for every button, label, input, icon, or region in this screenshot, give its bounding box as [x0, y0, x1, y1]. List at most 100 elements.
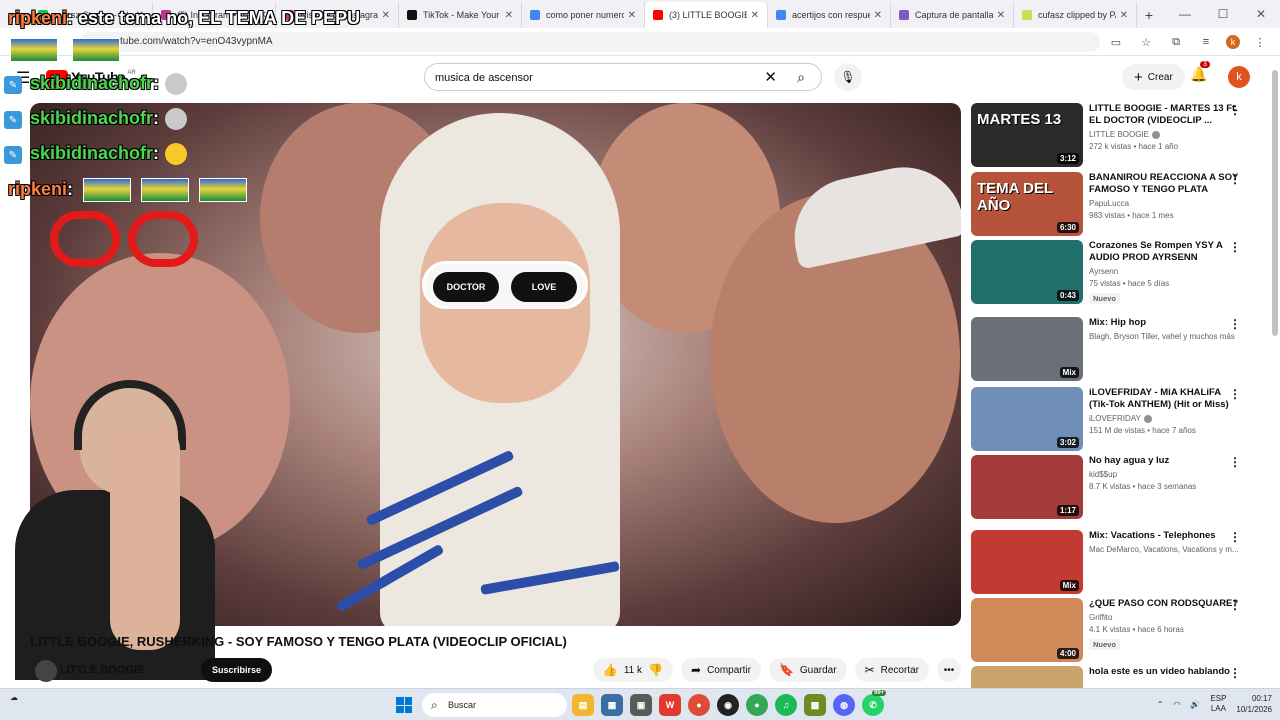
search-box[interactable]: musica de ascensor ✕ ⌕ — [424, 63, 822, 91]
recommended-title[interactable]: LITTLE BOOGIE - MARTES 13 Ft. EL DOCTOR … — [1089, 103, 1241, 127]
search-button[interactable]: ⌕ — [781, 64, 821, 90]
like-button[interactable]: 👍 11 k 👎 — [592, 658, 673, 682]
create-button[interactable]: + Crear — [1122, 64, 1185, 90]
tab-close-icon[interactable]: ✕ — [751, 10, 759, 21]
recommended-video[interactable]: TEMA DEL AÑO 6:30 BANANIROU REACCIONA A SO… — [971, 172, 1271, 236]
video-thumbnail[interactable]: 3:02 — [971, 387, 1083, 451]
tab-close-icon[interactable]: ✕ — [874, 10, 882, 21]
more-options-icon[interactable]: ⋮ — [1229, 387, 1241, 401]
tab-close-icon[interactable]: ✕ — [997, 10, 1005, 21]
browser-profile-avatar[interactable]: k — [1226, 35, 1240, 49]
tab-close-icon[interactable]: ✕ — [628, 10, 636, 21]
recommended-title[interactable]: No hay agua y luz — [1089, 455, 1241, 467]
minecraft-icon[interactable]: ▩ — [804, 694, 826, 716]
more-options-icon[interactable]: ⋮ — [1229, 666, 1241, 680]
minimize-icon[interactable]: — — [1166, 0, 1204, 28]
whatsapp-icon[interactable]: ✆ 99+ — [862, 690, 887, 716]
video-thumbnail[interactable]: 4:00 — [971, 598, 1083, 662]
video-thumbnail[interactable]: 1:17 — [971, 455, 1083, 519]
discord-icon[interactable]: ◍ — [833, 694, 855, 716]
more-options-icon[interactable]: ⋮ — [1229, 240, 1241, 254]
language-indicator[interactable]: ESP LAA — [1210, 694, 1226, 714]
obs-icon[interactable]: ◉ — [717, 694, 739, 716]
recommended-video[interactable]: Mix Mix: Vacations - Telephones Mac DeMarc… — [971, 530, 1271, 594]
video-thumbnail[interactable]: Mix — [971, 530, 1083, 594]
scrollbar-thumb[interactable] — [1272, 70, 1278, 336]
more-options-icon[interactable]: ⋮ — [1229, 103, 1241, 117]
clear-search-icon[interactable]: ✕ — [764, 64, 777, 92]
more-options-icon[interactable]: ⋮ — [1229, 172, 1241, 186]
recommended-video[interactable]: 3:02 iLOVEFRIDAY - MiA KHALiFA (Tik-Tok A… — [971, 387, 1271, 451]
maximize-icon[interactable]: ☐ — [1204, 0, 1242, 28]
browser-menu-icon[interactable]: ⋮ — [1250, 32, 1270, 52]
store-icon[interactable]: ▣ — [630, 694, 652, 716]
recommended-title[interactable]: Corazones Se Rompen YSY A AUDIO PROD AYR… — [1089, 240, 1241, 264]
recommended-video[interactable]: MARTES 13 3:12 LITTLE BOOGIE - MARTES 13 F… — [971, 103, 1271, 167]
recommended-channel[interactable]: kid$$up — [1089, 470, 1241, 479]
search-input[interactable]: musica de ascensor — [435, 64, 533, 92]
page-scrollbar[interactable] — [1271, 60, 1279, 686]
tray-chevron-icon[interactable]: ⌃ — [1157, 700, 1164, 709]
recommended-video[interactable]: 0:43 Corazones Se Rompen YSY A AUDIO PROD… — [971, 240, 1271, 304]
recommended-channel[interactable]: Griffito — [1089, 613, 1241, 622]
recommended-channel[interactable]: Blagh, Bryson Tiller, vahel y muchos más — [1089, 332, 1241, 341]
office-icon[interactable]: W — [659, 694, 681, 716]
recommended-title[interactable]: iLOVEFRIDAY - MiA KHALiFA (Tik-Tok ANTHE… — [1089, 387, 1241, 411]
recommended-video[interactable]: Mix Mix: Hip hop Blagh, Bryson Tiller, vah… — [971, 317, 1271, 381]
cast-icon[interactable]: ▭ — [1106, 32, 1126, 52]
tab-close-icon[interactable]: ✕ — [505, 10, 513, 21]
clip-button[interactable]: ✂ Recortar — [854, 658, 929, 682]
bookmark-star-icon[interactable]: ☆ — [1136, 32, 1156, 52]
more-options-icon[interactable]: ⋮ — [1229, 317, 1241, 331]
speaker-icon[interactable]: 🔊 — [1190, 700, 1200, 709]
recommended-title[interactable]: BANANIROU REACCIONA A SOY FAMOSO Y TENGO… — [1089, 172, 1241, 196]
browser-tab[interactable]: cufasz clipped by PAS ✕ — [1014, 2, 1137, 28]
more-actions-button[interactable]: ••• — [937, 658, 961, 682]
voice-search-button[interactable]: 🎙 — [834, 63, 862, 91]
recommended-channel[interactable]: PapuLucca — [1089, 199, 1241, 208]
media-control-icon[interactable]: ≡ — [1196, 32, 1216, 52]
video-thumbnail[interactable]: 0:43 — [971, 240, 1083, 304]
close-icon[interactable]: ✕ — [1242, 0, 1280, 28]
channel-name[interactable]: LITTLE BOOGIE — [60, 664, 144, 676]
recommended-title[interactable]: ¿QUE PASO CON RODSQUARE? — [1089, 598, 1241, 610]
taskbar-search[interactable]: Buscar — [422, 693, 567, 717]
video-thumbnail[interactable] — [971, 666, 1083, 688]
recommended-channel[interactable]: Mac DeMarco, Vacations, Vacations y m... — [1089, 545, 1241, 554]
browser-tab[interactable]: Captura de pantalla ✕ — [891, 2, 1014, 28]
video-thumbnail[interactable]: Mix — [971, 317, 1083, 381]
browser-tab[interactable]: TikTok - Make Your D ✕ — [399, 2, 522, 28]
file-explorer-icon[interactable]: ▤ — [572, 694, 594, 716]
browser-tab[interactable]: como poner numero ✕ — [522, 2, 645, 28]
recommended-title[interactable]: hola este es un video hablando — [1089, 666, 1241, 678]
recommended-channel[interactable]: LITTLE BOOGIE — [1089, 130, 1241, 139]
new-tab-button[interactable]: + — [1137, 2, 1161, 28]
recommended-video[interactable]: 1:17 No hay agua y luz kid$$up 8.7 K vistas… — [971, 455, 1271, 519]
channel-avatar[interactable] — [35, 660, 57, 682]
chrome-icon[interactable]: ● — [746, 694, 768, 716]
recommended-title[interactable]: Mix: Hip hop — [1089, 317, 1241, 329]
browser-tab[interactable]: acertijos con respues ✕ — [768, 2, 891, 28]
subscribe-button[interactable]: Suscribirse — [201, 658, 273, 682]
more-options-icon[interactable]: ⋮ — [1229, 598, 1241, 612]
more-options-icon[interactable]: ⋮ — [1229, 455, 1241, 469]
clock[interactable]: 00:17 10/1/2026 — [1236, 693, 1272, 715]
video-thumbnail[interactable]: MARTES 13 3:12 — [971, 103, 1083, 167]
tab-close-icon[interactable]: ✕ — [382, 10, 390, 21]
notifications-button[interactable]: 🔔 3 — [1190, 61, 1210, 83]
windows-start-icon[interactable] — [396, 697, 412, 713]
weather-widget[interactable]: ☁ — [10, 693, 18, 702]
recommended-video[interactable]: 4:00 ¿QUE PASO CON RODSQUARE? Griffito 4.1 … — [971, 598, 1271, 662]
more-options-icon[interactable]: ⋮ — [1229, 530, 1241, 544]
thumbs-down-icon[interactable]: 👎 — [648, 663, 663, 677]
account-avatar[interactable]: k — [1228, 66, 1250, 88]
app-icon[interactable]: ▦ — [601, 694, 623, 716]
share-button[interactable]: ➦ Compartir — [680, 658, 761, 682]
save-button[interactable]: 🔖 Guardar — [768, 658, 847, 682]
recommended-channel[interactable]: iLOVEFRIDAY — [1089, 414, 1241, 423]
chrome-icon[interactable]: ● — [688, 694, 710, 716]
recommended-title[interactable]: Mix: Vacations - Telephones — [1089, 530, 1241, 542]
extensions-icon[interactable]: ⧉ — [1166, 32, 1186, 52]
video-thumbnail[interactable]: TEMA DEL AÑO 6:30 — [971, 172, 1083, 236]
spotify-icon[interactable]: ♫ — [775, 694, 797, 716]
